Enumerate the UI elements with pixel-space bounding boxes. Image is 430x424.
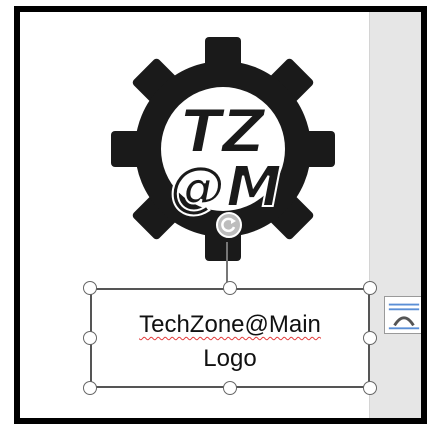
resize-handle-top[interactable]	[223, 281, 237, 295]
rotate-handle[interactable]	[216, 212, 242, 238]
resize-handle-bottom-left[interactable]	[83, 381, 97, 395]
resize-handle-right[interactable]	[363, 331, 377, 345]
logo-lettering: TZ @M	[169, 96, 283, 221]
logo-letters-bottom: @M	[170, 155, 282, 220]
screenshot-frame: TZ @M TechZone@Main Logo	[14, 6, 427, 424]
text-box-line1: TechZone@Main	[139, 311, 321, 338]
text-box-selected[interactable]: TechZone@Main Logo	[90, 288, 370, 388]
rotate-handle-icon	[221, 217, 236, 233]
text-box-content[interactable]: TechZone@Main Logo	[92, 308, 368, 376]
resize-handle-bottom[interactable]	[223, 381, 237, 395]
resize-handle-bottom-right[interactable]	[363, 381, 377, 395]
layout-options-button[interactable]	[384, 296, 421, 334]
page-right-margin	[369, 12, 421, 418]
resize-handle-top-right[interactable]	[363, 281, 377, 295]
layout-options-icon	[388, 303, 420, 330]
resize-handle-left[interactable]	[83, 331, 97, 345]
text-box-line2: Logo	[203, 345, 257, 372]
resize-handle-top-left[interactable]	[83, 281, 97, 295]
